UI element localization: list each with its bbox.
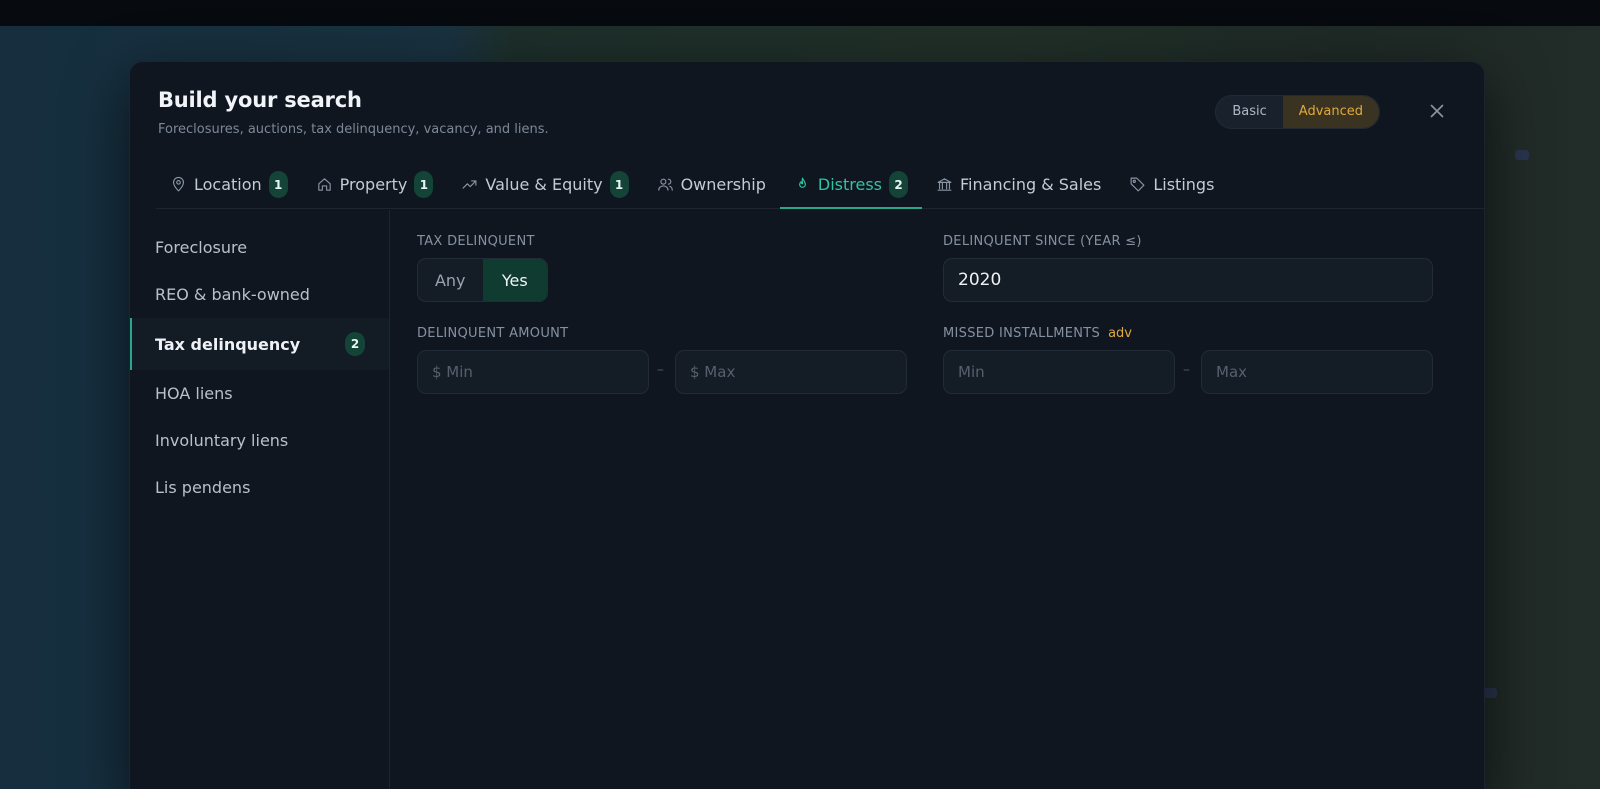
sidebar-item-lis-pendens[interactable]: Lis pendens — [130, 464, 389, 511]
sidebar-item-label: Lis pendens — [155, 478, 251, 497]
search-builder-modal: Build your search Foreclosures, auctions… — [129, 61, 1485, 789]
tab-distress[interactable]: Distress 2 — [779, 161, 923, 209]
modal-subtitle: Foreclosures, auctions, tax delinquency,… — [158, 122, 549, 137]
missed-installments-max-input[interactable] — [1201, 350, 1433, 394]
tab-label: Distress — [817, 175, 883, 194]
missed-installments-label: MISSED INSTALLMENTS adv — [943, 326, 1132, 341]
tag-icon — [1130, 177, 1145, 192]
sidebar-item-reo-bank-owned[interactable]: REO & bank-owned — [130, 271, 389, 318]
sidebar-item-foreclosure[interactable]: Foreclosure — [130, 224, 389, 271]
close-icon[interactable] — [1426, 100, 1448, 122]
tab-value-equity[interactable]: Value & Equity 1 — [447, 161, 642, 208]
tab-count-badge: 1 — [268, 171, 288, 198]
delinquent-since-label: DELINQUENT SINCE (YEAR ≤) — [943, 234, 1142, 249]
sidebar-count-badge: 2 — [345, 332, 365, 356]
map-pin-icon — [172, 176, 185, 192]
sidebar-item-tax-delinquency[interactable]: Tax delinquency 2 — [130, 318, 389, 370]
sidebar-item-label: Foreclosure — [155, 238, 248, 257]
tab-label: Value & Equity — [485, 175, 603, 194]
sidebar-item-involuntary-liens[interactable]: Involuntary liens — [130, 417, 389, 464]
tab-financing-sales[interactable]: Financing & Sales — [922, 161, 1115, 208]
tax-delinquent-label: TAX DELINQUENT — [417, 234, 535, 249]
modal-title: Build your search — [158, 88, 362, 112]
range-separator: – — [657, 362, 664, 378]
tax-delinquent-any-option[interactable]: Any — [418, 259, 483, 301]
tab-ownership[interactable]: Ownership — [643, 161, 780, 208]
sidebar-item-label: REO & bank-owned — [155, 285, 310, 304]
sidebar-item-label: Involuntary liens — [155, 431, 289, 450]
mode-basic-button[interactable]: Basic — [1216, 96, 1282, 128]
tax-delinquent-toggle: Any Yes — [417, 258, 548, 302]
tab-label: Ownership — [680, 175, 766, 194]
mode-advanced-button[interactable]: Advanced — [1282, 96, 1379, 128]
delinquent-since-input[interactable] — [943, 258, 1433, 302]
flame-icon — [798, 177, 806, 188]
tab-location[interactable]: Location 1 — [156, 161, 302, 208]
users-icon — [657, 178, 673, 191]
distress-sidebar: Foreclosure REO & bank-owned Tax delinqu… — [130, 210, 390, 789]
tab-listings[interactable]: Listings — [1115, 161, 1228, 208]
bank-icon — [937, 178, 952, 191]
sidebar-item-label: HOA liens — [155, 384, 233, 403]
home-icon — [317, 178, 331, 191]
delinquent-amount-max-input[interactable] — [675, 350, 907, 394]
tab-label: Listings — [1153, 175, 1215, 194]
tab-label: Location — [194, 175, 262, 194]
delinquent-amount-label: DELINQUENT AMOUNT — [417, 326, 569, 341]
sidebar-item-hoa-liens[interactable]: HOA liens — [130, 370, 389, 417]
mode-toggle: Basic Advanced — [1215, 95, 1380, 129]
tab-property[interactable]: Property 1 — [302, 161, 448, 208]
tab-count-badge: 1 — [609, 171, 629, 198]
advanced-tag: adv — [1108, 326, 1133, 341]
tab-count-badge: 1 — [414, 171, 434, 198]
category-tabs: Location 1 Property 1 Value & Equity 1 O… — [156, 161, 1484, 209]
tab-label: Property — [339, 175, 408, 194]
tab-count-badge: 2 — [889, 171, 909, 198]
sidebar-item-label: Tax delinquency — [155, 334, 301, 354]
missed-installments-min-input[interactable] — [943, 350, 1175, 394]
tab-label: Financing & Sales — [960, 175, 1102, 194]
tax-delinquent-yes-option[interactable]: Yes — [482, 259, 547, 301]
delinquent-amount-min-input[interactable] — [417, 350, 649, 394]
range-separator: – — [1183, 362, 1190, 378]
missed-installments-label-text: MISSED INSTALLMENTS — [943, 326, 1101, 341]
filter-content: TAX DELINQUENT Any Yes DELINQUENT SINCE … — [417, 210, 1484, 789]
trending-up-icon — [462, 180, 477, 189]
